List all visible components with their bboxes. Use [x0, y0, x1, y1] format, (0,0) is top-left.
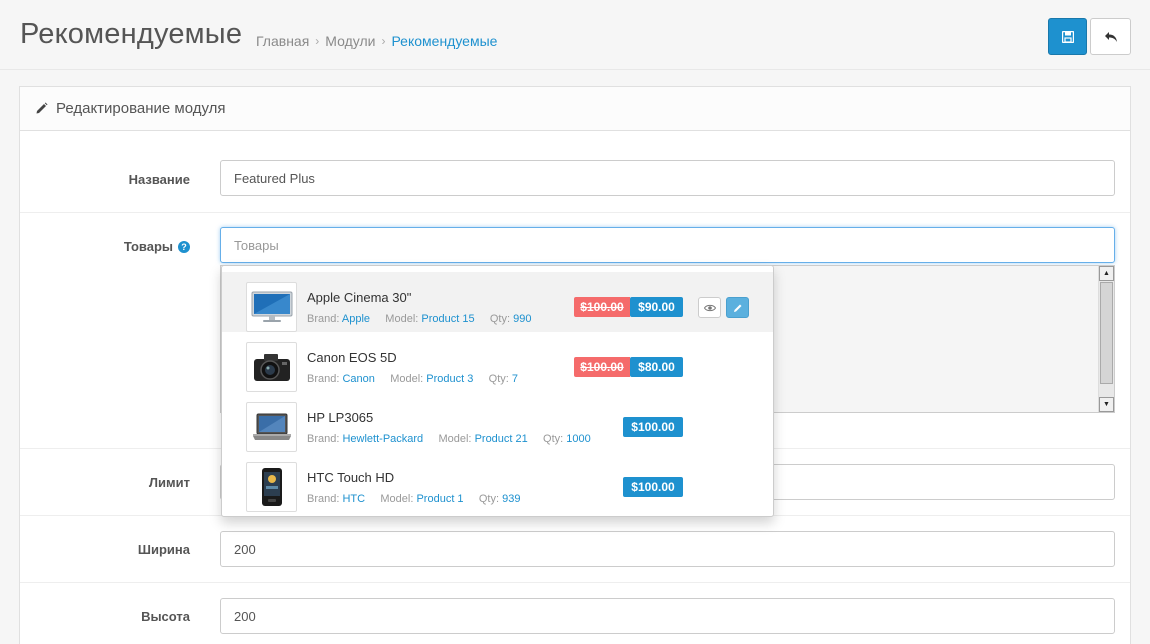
qty-label: Qty: — [488, 373, 509, 385]
brand-value: Canon — [342, 373, 375, 385]
breadcrumb-separator: › — [381, 34, 386, 48]
qty-label: Qty: — [478, 493, 500, 505]
qty-label: Qty: — [489, 313, 511, 325]
brand-value: Hewlett-Packard — [342, 433, 424, 445]
back-button[interactable] — [1090, 18, 1131, 55]
scroll-thumb[interactable] — [1100, 282, 1113, 384]
model-label: Model: — [380, 493, 414, 505]
brand-value: Apple — [341, 313, 371, 325]
camera-image — [253, 354, 290, 381]
model-label: Model: — [390, 373, 424, 385]
width-input[interactable] — [220, 531, 1115, 567]
product-meta: Brand: Hewlett-Packard Model: Product 21… — [307, 433, 591, 445]
qty-value: 990 — [513, 313, 532, 325]
product-thumbnail — [246, 282, 297, 332]
page-title: Рекомендуемые — [20, 18, 243, 50]
model-value: Product 3 — [426, 373, 474, 385]
qty-value: 939 — [502, 493, 521, 505]
qty-value: 1000 — [566, 433, 591, 445]
dropdown-item[interactable]: Canon EOS 5D Brand: Canon Model: Product… — [222, 332, 773, 392]
old-price-badge: $100.00 — [574, 297, 630, 317]
width-label: Ширина — [137, 542, 190, 557]
panel-heading-title: Редактирование модуля — [56, 100, 226, 117]
dropdown-item[interactable]: HP LP3065 Brand: Hewlett-Packard Model: … — [222, 392, 773, 452]
product-name: HP LP3065 — [307, 410, 374, 425]
product-thumbnail — [246, 402, 297, 452]
dropdown-item[interactable]: HTC Touch HD Brand: HTC Model: Product 1… — [222, 452, 773, 512]
brand-label: Brand: — [307, 493, 340, 505]
model-label: Model: — [385, 313, 419, 325]
price-badge: $100.00 — [623, 417, 683, 437]
qty-label: Qty: — [543, 433, 564, 445]
product-meta: Brand: Canon Model: Product 3 Qty: 7 — [307, 373, 518, 385]
height-label: Высота — [141, 609, 190, 624]
product-name: Canon EOS 5D — [307, 350, 397, 365]
product-name: HTC Touch HD — [307, 470, 395, 485]
model-label: Model: — [438, 433, 472, 445]
breadcrumb-modules[interactable]: Модули — [325, 33, 375, 49]
limit-label: Лимит — [148, 475, 190, 490]
height-input[interactable] — [220, 598, 1115, 634]
products-label: Товары ? — [124, 239, 190, 254]
price-badge: $100.00 — [623, 477, 683, 497]
pencil-icon — [733, 304, 741, 312]
price-badge: $90.00 — [630, 297, 683, 317]
scroll-down-button[interactable]: ▼ — [1099, 397, 1114, 412]
monitor-image — [251, 291, 292, 322]
model-value: Product 21 — [474, 433, 528, 445]
brand-label: Brand: — [307, 373, 340, 385]
product-thumbnail — [246, 462, 297, 512]
form-row-height: Высота — [20, 583, 1130, 644]
product-meta: Brand: HTC Model: Product 1 Qty: 939 — [307, 493, 520, 505]
panel-heading: Редактирование модуля — [20, 87, 1130, 131]
help-icon[interactable]: ? — [178, 240, 190, 253]
brand-label: Brand: — [307, 433, 340, 445]
product-name: Apple Cinema 30" — [307, 290, 412, 305]
name-input[interactable] — [220, 160, 1115, 196]
scroll-up-button[interactable]: ▲ — [1099, 266, 1114, 281]
floppy-disk-icon — [1061, 30, 1074, 43]
breadcrumb: Главная › Модули › Рекомендуемые — [256, 33, 497, 49]
scrollbar[interactable]: ▲ ▼ — [1098, 266, 1114, 412]
model-value: Product 1 — [416, 493, 464, 505]
form-row-width: Ширина — [20, 516, 1130, 583]
eye-icon — [703, 304, 716, 311]
dropdown-item[interactable]: Apple Cinema 30" Brand: Apple Model: Pro… — [222, 272, 773, 332]
products-autocomplete-input[interactable] — [220, 227, 1115, 263]
price-badge: $80.00 — [630, 357, 683, 377]
breadcrumb-separator: › — [315, 34, 320, 48]
laptop-image — [252, 413, 291, 440]
page-header: Рекомендуемые Главная › Модули › Рекомен… — [0, 0, 1150, 70]
phone-image — [261, 468, 282, 506]
qty-value: 7 — [511, 373, 519, 385]
save-button[interactable] — [1048, 18, 1087, 55]
name-label: Название — [128, 172, 190, 187]
product-thumbnail — [246, 342, 297, 392]
breadcrumb-current[interactable]: Рекомендуемые — [391, 33, 497, 49]
breadcrumb-home[interactable]: Главная — [256, 33, 309, 49]
autocomplete-dropdown: Apple Cinema 30" Brand: Apple Model: Pro… — [221, 265, 774, 517]
brand-label: Brand: — [307, 313, 340, 325]
old-price-badge: $100.00 — [574, 357, 630, 377]
product-meta: Brand: Apple Model: Product 15 Qty: 990 — [307, 313, 531, 325]
pencil-icon — [36, 102, 48, 114]
form-row-name: Название — [20, 131, 1130, 213]
brand-value: HTC — [342, 493, 366, 505]
products-label-text: Товары — [123, 239, 173, 254]
edit-button[interactable] — [726, 297, 749, 318]
reply-arrow-icon — [1104, 31, 1117, 42]
view-button[interactable] — [698, 297, 721, 318]
model-value: Product 15 — [421, 313, 475, 325]
